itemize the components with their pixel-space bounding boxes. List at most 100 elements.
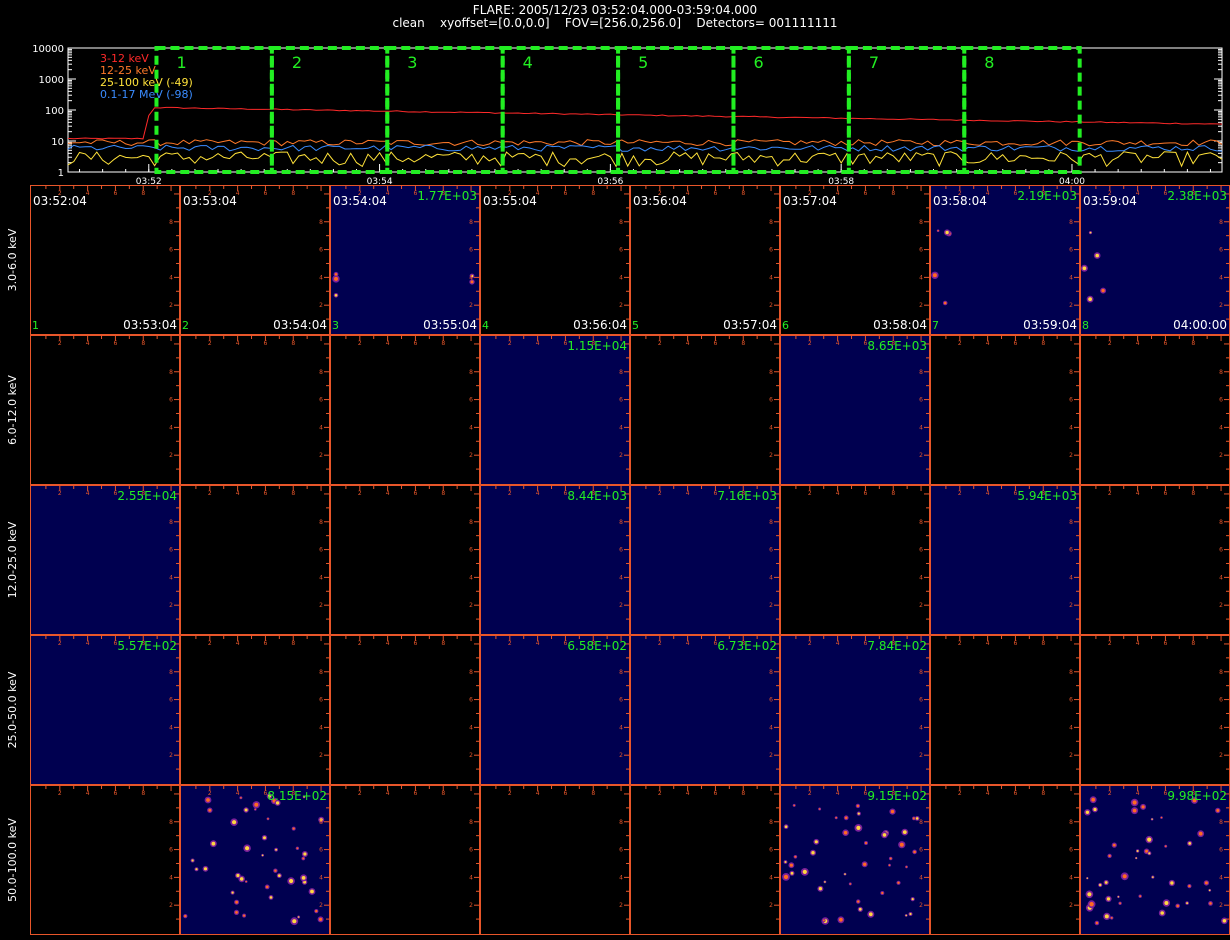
panel-x-tick-label: 4 — [836, 640, 840, 647]
peak-value-label: 5.57E+02 — [117, 639, 177, 653]
source-core — [856, 804, 860, 808]
panel-y-tick-label: 6 — [619, 547, 623, 554]
start-time-label: 03:54:04 — [333, 194, 387, 208]
image-panel — [480, 485, 630, 635]
source-core — [310, 889, 314, 894]
panel-y-tick-label: 4 — [769, 724, 773, 731]
time-interval-label: 6 — [753, 53, 763, 72]
panel-y-tick-label: 4 — [1069, 874, 1073, 881]
source-core — [1082, 266, 1087, 271]
panel-y-tick-label: 6 — [1219, 247, 1223, 254]
panel-y-tick-label: 6 — [169, 697, 173, 704]
source-core — [1216, 809, 1220, 812]
y-tick-label: 10 — [51, 137, 64, 148]
panel-y-tick-label: 6 — [319, 847, 323, 854]
start-time-label: 03:58:04 — [933, 194, 987, 208]
panel-y-tick-label: 8 — [169, 369, 173, 376]
panel-y-tick-label: 4 — [619, 274, 623, 281]
peak-value-label: 9.98E+02 — [1167, 789, 1227, 803]
panel-y-tick-label: 2 — [169, 302, 173, 309]
image-panel — [630, 485, 780, 635]
panel-x-tick-label: 8 — [441, 790, 445, 797]
panel-x-tick-label: 2 — [508, 640, 512, 647]
source-core — [1095, 921, 1099, 925]
panel-y-tick-label: 2 — [619, 602, 623, 609]
image-panel — [630, 635, 780, 785]
panel-x-tick-label: 6 — [864, 190, 868, 197]
panel-y-tick-label: 4 — [1069, 724, 1073, 731]
panel-x-tick-label: 6 — [1014, 790, 1018, 797]
panel-y-tick-label: 2 — [919, 452, 923, 459]
panel-x-tick-label: 6 — [264, 190, 268, 197]
panel-x-tick-label: 8 — [1191, 490, 1195, 497]
end-time-label: 03:53:04 — [123, 318, 177, 332]
panel-x-tick-label: 4 — [1136, 340, 1140, 347]
panel-y-tick-label: 2 — [319, 452, 323, 459]
source-core — [858, 907, 862, 911]
source-core — [261, 854, 264, 857]
panel-y-tick-label: 8 — [769, 369, 773, 376]
panel-x-tick-label: 4 — [86, 790, 90, 797]
source-core — [274, 869, 277, 872]
panel-y-tick-label: 4 — [169, 724, 173, 731]
source-core — [231, 891, 234, 894]
source-core — [1093, 807, 1097, 812]
start-time-label: 03:57:04 — [783, 194, 837, 208]
panel-x-tick-label: 8 — [1041, 340, 1045, 347]
panel-y-tick-label: 2 — [769, 902, 773, 909]
start-time-label: 03:55:04 — [483, 194, 537, 208]
panel-x-tick-label: 8 — [741, 790, 745, 797]
panel-y-tick-label: 2 — [619, 452, 623, 459]
source-core — [1151, 876, 1154, 878]
panel-x-tick-label: 4 — [386, 640, 390, 647]
start-time-label: 03:53:04 — [183, 194, 237, 208]
image-panel — [930, 335, 1080, 485]
panel-y-tick-label: 4 — [919, 724, 923, 731]
panel-x-tick-label: 8 — [891, 190, 895, 197]
source-core — [245, 846, 250, 851]
start-time-label: 03:52:04 — [33, 194, 87, 208]
panel-y-tick-label: 8 — [1219, 669, 1223, 676]
peak-value-label: 2.19E+03 — [1017, 189, 1077, 203]
panel-y-tick-label: 6 — [769, 847, 773, 854]
panel-y-tick-label: 4 — [469, 424, 473, 431]
x-tick-label: 04:00 — [1059, 177, 1085, 185]
panel-y-tick-label: 2 — [169, 752, 173, 759]
source-core — [843, 830, 848, 835]
panel-x-tick-label: 8 — [141, 790, 145, 797]
panel-y-tick-label: 8 — [169, 669, 173, 676]
panel-y-tick-label: 4 — [769, 424, 773, 431]
panel-y-tick-label: 6 — [319, 697, 323, 704]
source-core — [1099, 883, 1102, 887]
peak-value-label: 1.77E+03 — [417, 189, 477, 203]
panel-y-tick-label: 4 — [1219, 724, 1223, 731]
panel-x-tick-label: 4 — [986, 790, 990, 797]
end-time-label: 03:56:04 — [573, 318, 627, 332]
source-core — [208, 808, 212, 812]
end-time-label: 03:58:04 — [873, 318, 927, 332]
source-core — [912, 817, 916, 820]
source-core — [881, 891, 884, 895]
panel-y-tick-label: 2 — [1219, 452, 1223, 459]
peak-value-label: 6.58E+02 — [567, 639, 627, 653]
panel-y-tick-label: 4 — [919, 874, 923, 881]
y-tick-label: 1 — [58, 168, 64, 179]
source-core — [277, 874, 281, 877]
panel-x-tick-label: 2 — [1108, 790, 1112, 797]
source-core — [301, 876, 306, 880]
image-panel — [180, 635, 330, 785]
source-core — [1110, 917, 1113, 919]
source-core — [191, 859, 194, 862]
panel-x-tick-label: 2 — [1108, 340, 1112, 347]
panel-y-tick-label: 2 — [469, 902, 473, 909]
panel-y-tick-label: 6 — [469, 547, 473, 554]
source-core — [905, 866, 908, 868]
source-core — [783, 874, 789, 880]
source-core — [794, 855, 797, 858]
panel-y-tick-label: 8 — [319, 369, 323, 376]
panel-y-tick-label: 2 — [619, 902, 623, 909]
panel-y-tick-label: 2 — [1069, 602, 1073, 609]
panel-x-tick-label: 2 — [658, 340, 662, 347]
source-core — [905, 914, 907, 917]
image-panel — [330, 335, 480, 485]
